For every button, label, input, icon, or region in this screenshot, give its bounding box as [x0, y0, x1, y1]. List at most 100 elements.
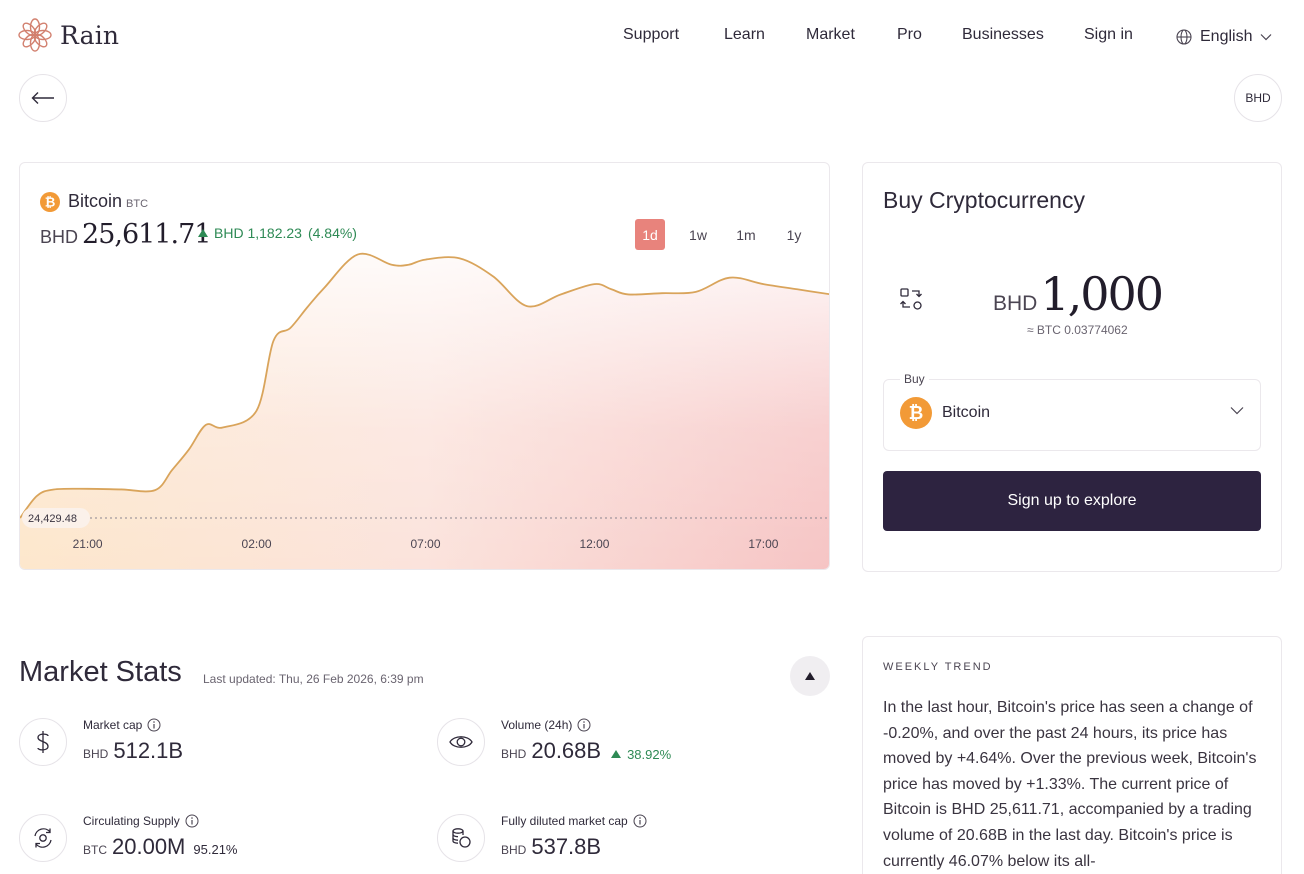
change-amount: BHD 1,182.23 [214, 225, 302, 241]
x-tick-label: 07:00 [410, 537, 440, 551]
arrow-left-icon [31, 92, 54, 104]
range-tab-1y[interactable]: 1y [770, 219, 818, 250]
volume-currency: BHD [501, 747, 527, 761]
volume-value: 20.68B [531, 738, 602, 763]
selected-coin: ₿ Bitcoin [900, 397, 990, 429]
brand-logo[interactable]: Rain [18, 18, 119, 52]
btc-conversion: ≈ BTC 0.03774062 [1027, 323, 1128, 337]
volume-change: 38.92% [611, 747, 671, 762]
stat-value: BHD 512.1B [83, 738, 183, 764]
currency-switch-button[interactable]: BHD [1234, 74, 1282, 122]
price-change: BHD 1,182.23 (4.84%) [198, 225, 357, 241]
x-tick-label: 21:00 [73, 537, 103, 551]
nav-market[interactable]: Market [806, 26, 855, 48]
triangle-up-icon [611, 750, 622, 758]
change-percent: (4.84%) [307, 225, 357, 241]
market-cap-value: 512.1B [113, 738, 184, 763]
site-header: Rain Support Learn Market Pro Businesses… [0, 0, 1304, 74]
last-updated: Last updated: Thu, 26 Feb 2026, 6:39 pm [203, 672, 424, 686]
svg-text:₿: ₿ [45, 195, 56, 210]
market-stats-title: Market Stats [19, 656, 182, 688]
chevron-down-icon [1261, 34, 1272, 41]
stat-label: Market cap [83, 718, 161, 732]
cycle-icon [19, 814, 67, 862]
back-button[interactable] [19, 74, 67, 122]
stat-value: BTC 20.00M 95.21% [83, 834, 237, 860]
weekly-trend-card: WEEKLY TREND In the last hour, Bitcoin's… [862, 636, 1282, 874]
nav-support[interactable]: Support [623, 26, 679, 48]
nav-sign-in[interactable]: Sign in [1084, 26, 1133, 48]
nav-pro[interactable]: Pro [897, 26, 922, 48]
rain-flower-icon [18, 18, 52, 52]
current-price: BHD 25,611.71 [40, 219, 211, 250]
info-icon[interactable] [147, 718, 161, 732]
info-icon[interactable] [185, 814, 199, 828]
stat-value: BHD 537.8B [501, 834, 601, 860]
circulating-supply-percent: 95.21% [193, 842, 238, 857]
volume-label: Volume (24h) [501, 718, 573, 732]
buy-amount[interactable]: BHD 1,000 [993, 267, 1164, 321]
amount-value: 1,000 [1040, 267, 1164, 321]
fully-diluted-label: Fully diluted market cap [501, 814, 628, 828]
amount-currency: BHD [993, 292, 1038, 315]
stat-fully-diluted-cap: Fully diluted market cap BHD 537.8B [437, 814, 817, 870]
range-tab-1m[interactable]: 1m [722, 219, 770, 250]
baseline-label: 24,429.48 [28, 513, 77, 525]
info-icon[interactable] [577, 718, 591, 732]
circulating-supply-value: 20.00M [112, 834, 186, 859]
circulating-supply-currency: BTC [83, 843, 107, 857]
fully-diluted-currency: BHD [501, 843, 527, 857]
coin-name: Bitcoin [68, 191, 123, 211]
triangle-up-icon [198, 229, 208, 237]
eye-icon [437, 718, 485, 766]
globe-icon [1176, 29, 1192, 45]
bitcoin-icon: ₿ [40, 191, 60, 212]
stat-value: BHD 20.68B 38.92% [501, 738, 671, 764]
coin-select[interactable]: Buy ₿ Bitcoin [883, 372, 1261, 451]
market-cap-label: Market cap [83, 718, 143, 732]
language-label: English [1200, 28, 1253, 45]
info-icon[interactable] [633, 814, 647, 828]
collapse-stats-button[interactable] [790, 656, 830, 696]
x-tick-label: 02:00 [242, 537, 272, 551]
stat-label: Circulating Supply [83, 814, 199, 828]
coin-symbol: BTC [126, 198, 149, 210]
x-tick-label: 12:00 [579, 537, 609, 551]
language-selector[interactable]: English [1176, 26, 1272, 48]
volume-change-value: 38.92% [627, 746, 672, 762]
coin-header: ₿ Bitcoin BTC [40, 191, 148, 212]
stat-volume: Volume (24h) BHD 20.68B 38.92% [437, 718, 817, 774]
stat-label: Fully diluted market cap [501, 814, 647, 828]
coin-select-label: Buy [900, 372, 929, 386]
chevron-down-icon [1230, 407, 1244, 415]
triangle-up-icon [805, 672, 815, 680]
swap-button[interactable] [899, 287, 923, 316]
fully-diluted-value: 537.8B [531, 834, 602, 859]
selected-coin-name: Bitcoin [942, 404, 991, 421]
nav-businesses[interactable]: Businesses [962, 26, 1044, 48]
x-tick-label: 17:00 [748, 537, 778, 551]
currency-badge-label: BHD [1245, 91, 1271, 105]
chart-area-fade [20, 253, 829, 569]
range-tab-1w[interactable]: 1w [674, 219, 722, 250]
dollar-icon [19, 718, 67, 766]
buy-card-title: Buy Cryptocurrency [883, 187, 1085, 213]
svg-text:₿: ₿ [909, 403, 924, 424]
brand-name: Rain [60, 20, 120, 50]
market-cap-currency: BHD [83, 747, 109, 761]
swap-icon [900, 288, 922, 310]
price-value: 25,611.71 [82, 219, 211, 250]
stat-circulating-supply: Circulating Supply BTC 20.00M 95.21% [19, 814, 399, 870]
bitcoin-icon: ₿ [900, 397, 932, 429]
nav-learn[interactable]: Learn [724, 26, 765, 48]
stat-market-cap: Market cap BHD 512.1B [19, 718, 399, 774]
sign-up-button[interactable]: Sign up to explore [883, 471, 1261, 531]
range-tabs: 1d 1w 1m 1y [635, 219, 818, 250]
circulating-supply-label: Circulating Supply [83, 814, 180, 828]
weekly-trend-heading: WEEKLY TREND [883, 661, 993, 673]
weekly-trend-text: In the last hour, Bitcoin's price has se… [883, 699, 1257, 870]
range-tab-1d[interactable]: 1d [635, 219, 665, 250]
price-chart-card: 24,429.48 21:00 02:00 07:00 12:00 17:00 ₿ Bit… [19, 162, 830, 570]
price-currency: BHD [40, 227, 79, 247]
stat-label: Volume (24h) [501, 718, 591, 732]
